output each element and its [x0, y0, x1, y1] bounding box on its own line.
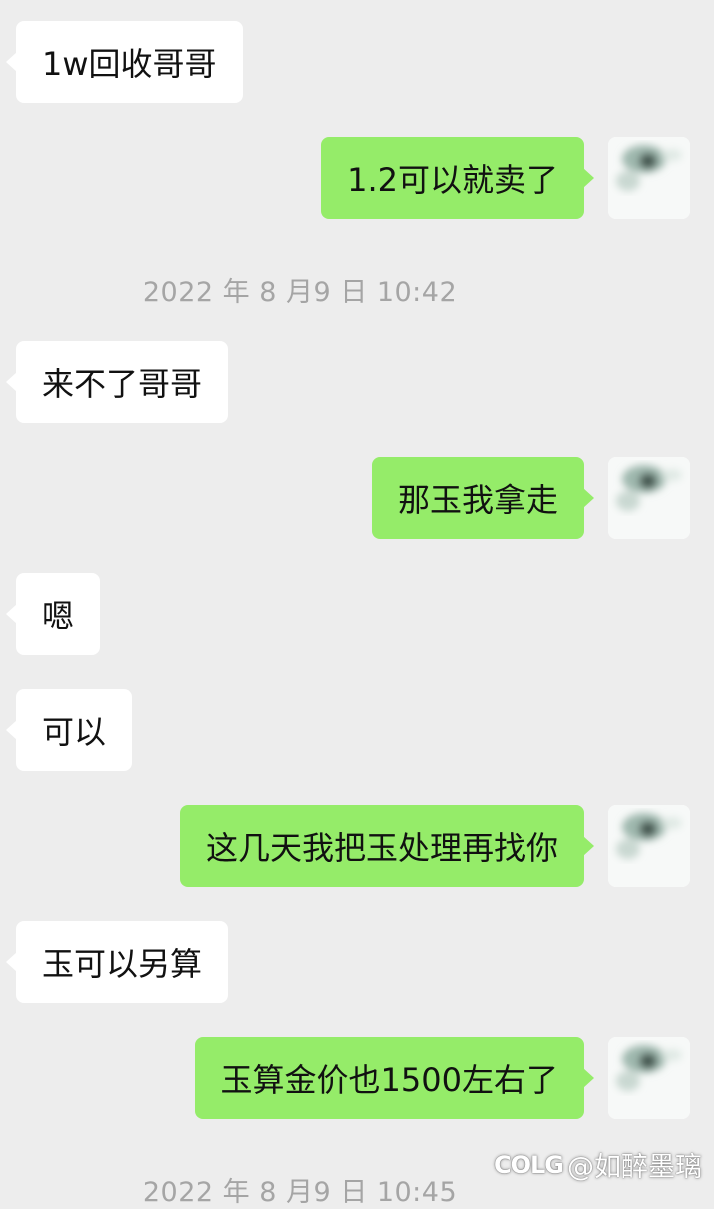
incoming-message-bubble[interactable]: 来不了哥哥 [5, 341, 229, 423]
watermark-handle: @如醉墨璃 [567, 1152, 702, 1183]
avatar-image [608, 137, 690, 219]
my-avatar[interactable] [608, 457, 690, 539]
message-text: 1w回收哥哥 [42, 45, 217, 83]
avatar-image [608, 1037, 690, 1119]
outgoing-message-bubble[interactable]: 1.2可以就卖了 [321, 137, 594, 219]
incoming-message-bubble[interactable]: 嗯 [5, 573, 101, 655]
avatar-image [608, 805, 690, 887]
my-avatar[interactable] [608, 1037, 690, 1119]
message-text: 玉可以另算 [42, 945, 203, 983]
message-text: 来不了哥哥 [42, 365, 203, 403]
my-avatar[interactable] [608, 137, 690, 219]
watermark: COLG @如醉墨璃 [494, 1145, 702, 1184]
message-text: 玉算金价也1500左右了 [220, 1061, 558, 1099]
message-text: 1.2可以就卖了 [347, 161, 558, 199]
colg-logo: COLG [493, 1150, 564, 1179]
message-text: 可以 [42, 713, 107, 751]
my-avatar[interactable] [608, 805, 690, 887]
message-text: 那玉我拿走 [397, 481, 558, 519]
message-text: 这几天我把玉处理再找你 [205, 829, 558, 867]
incoming-message-bubble[interactable]: 可以 [5, 689, 133, 771]
incoming-message-bubble[interactable]: 1w回收哥哥 [6, 21, 243, 103]
timestamp: 2022 年 8 月9 日 10:42 [142, 277, 458, 308]
avatar-image [608, 457, 690, 539]
outgoing-message-bubble[interactable]: 玉算金价也1500左右了 [194, 1037, 595, 1119]
outgoing-message-bubble[interactable]: 那玉我拿走 [371, 457, 595, 539]
message-text: 嗯 [42, 597, 75, 635]
outgoing-message-bubble[interactable]: 这几天我把玉处理再找你 [179, 805, 595, 887]
incoming-message-bubble[interactable]: 玉可以另算 [5, 921, 229, 1003]
